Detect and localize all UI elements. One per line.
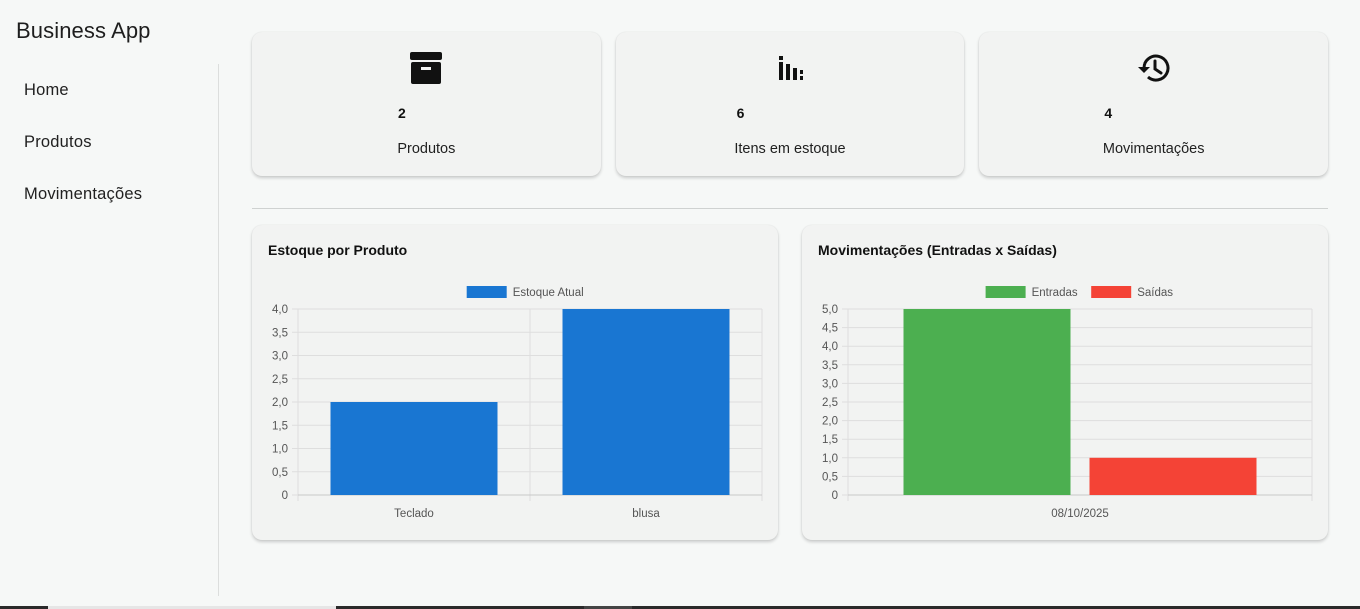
- y-tick-label: 4,0: [822, 341, 838, 353]
- section-divider: [252, 208, 1328, 209]
- legend-label: Estoque Atual: [513, 287, 584, 299]
- history-icon: [1137, 54, 1170, 82]
- y-tick-label: 3,0: [822, 378, 838, 390]
- y-tick-label: 3,5: [822, 360, 838, 372]
- y-tick-label: 3,5: [272, 327, 288, 339]
- chart-card-estoque: Estoque por Produto Estoque Atual 4,0 3,5 3…: [252, 225, 778, 540]
- kpi-value: 2: [398, 105, 406, 121]
- bar: [903, 309, 1071, 495]
- legend-swatch: [985, 286, 1026, 298]
- kpi-label: Movimentações: [1102, 141, 1205, 157]
- y-tick-label: 4,5: [822, 323, 838, 335]
- kpi-value: 6: [736, 105, 745, 121]
- kpi-card-movimentacoes: 4 Movimentações: [979, 32, 1329, 176]
- bar: [330, 402, 498, 495]
- y-tick-label: 1,0: [822, 453, 838, 465]
- y-tick-label: 0: [832, 490, 838, 502]
- archive-box-icon: [410, 52, 443, 84]
- x-tick-label: 08/10/2025: [1051, 508, 1109, 520]
- y-tick-label: 2,5: [822, 397, 838, 409]
- stock-bar-chart: Estoque Atual 4,0 3,5 3,0 2,5 2,0 1,5 1,0 0,5 0 Te…: [272, 286, 763, 520]
- kpi-row: 2 Produtos 6 Itens em estoque 4 Moviment…: [252, 32, 1329, 176]
- kpi-label: Itens em estoque: [734, 141, 846, 157]
- legend-swatch: [1091, 286, 1132, 298]
- legend-label: Saídas: [1137, 287, 1173, 299]
- kpi-value: 4: [1104, 105, 1113, 121]
- chart-card-movimentacoes: Movimentações (Entradas x Saídas) Entrad…: [802, 225, 1328, 540]
- y-tick-label: 1,0: [272, 444, 288, 456]
- bar: [1089, 457, 1257, 495]
- legend-swatch: [466, 286, 507, 298]
- bar-chart-icon: [779, 56, 803, 80]
- sidebar-divider: [218, 64, 219, 596]
- y-tick-label: 3,0: [272, 351, 288, 363]
- app-title: Business App: [16, 18, 151, 43]
- sidebar: Home Produtos Movimentações: [0, 64, 218, 596]
- y-tick-label: 0,5: [822, 471, 838, 483]
- y-tick-label: 0: [282, 490, 288, 502]
- sidebar-item-movimentacoes[interactable]: Movimentações: [0, 168, 218, 220]
- chart-row: Estoque por Produto Estoque Atual 4,0 3,5 3…: [252, 225, 1328, 540]
- legend-label: Entradas: [1032, 287, 1078, 299]
- y-tick-label: 4,0: [272, 304, 288, 316]
- x-tick-label: blusa: [632, 508, 660, 520]
- y-tick-label: 2,5: [272, 374, 288, 386]
- movements-bar-chart: Entradas Saídas 5,0 4,5 4,0 3,5 3,0 2,5 2,0 1,5 1,…: [822, 286, 1313, 520]
- y-tick-label: 1,5: [822, 434, 838, 446]
- kpi-card-produtos: 2 Produtos: [252, 32, 601, 176]
- y-tick-label: 0,5: [272, 467, 288, 479]
- kpi-card-itens-estoque: 6 Itens em estoque: [615, 32, 965, 176]
- sidebar-item-home[interactable]: Home: [0, 64, 218, 116]
- y-tick-label: 1,5: [272, 420, 288, 432]
- y-tick-label: 5,0: [822, 304, 838, 316]
- kpi-label: Produtos: [397, 141, 456, 157]
- sidebar-item-produtos[interactable]: Produtos: [0, 116, 218, 168]
- x-tick-label: Teclado: [394, 508, 434, 520]
- bar: [562, 309, 730, 495]
- main-content: 2 Produtos 6 Itens em estoque 4 Moviment…: [252, 32, 1329, 540]
- y-tick-label: 2,0: [272, 397, 288, 409]
- y-tick-label: 2,0: [822, 416, 838, 428]
